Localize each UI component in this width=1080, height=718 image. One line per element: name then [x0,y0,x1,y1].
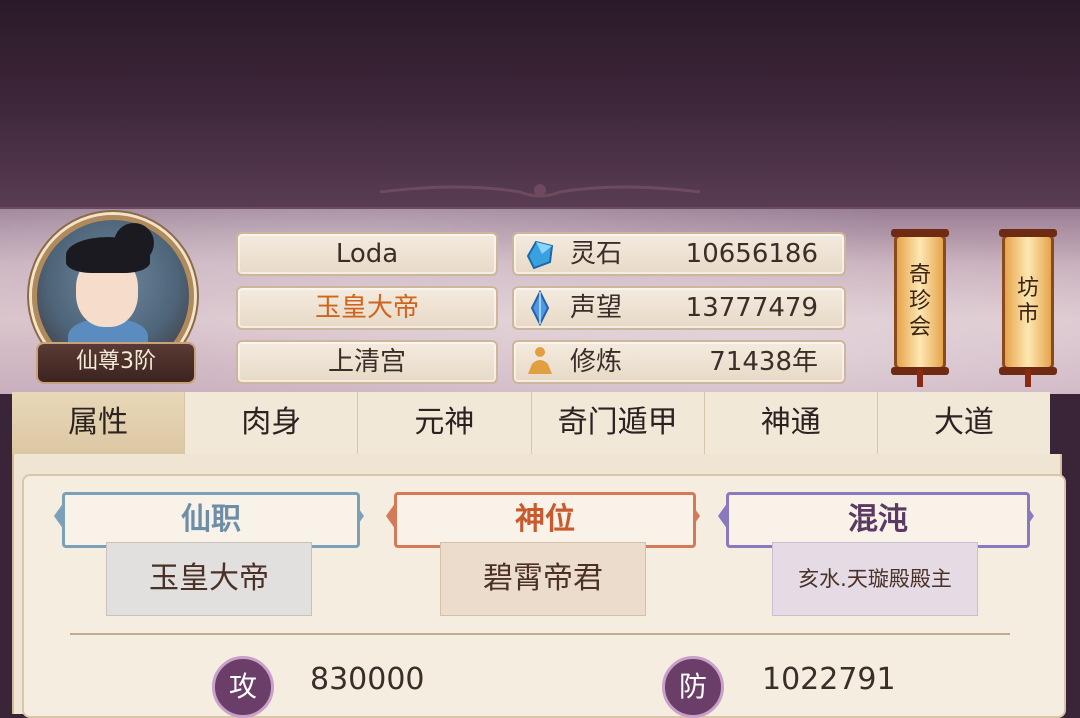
stat-spirit-stone: 灵石 10656186 [512,232,846,276]
market-button[interactable]: 坊市 [999,229,1057,387]
attack-icon: 攻 [212,656,274,718]
tab-attributes[interactable]: 属性 [12,392,186,454]
divine-rank-value: 碧霄帝君 [440,542,646,616]
divine-rank-header: 神位 [394,492,696,548]
chaos-rank-value: 亥水.天璇殿殿主 [772,542,978,616]
attack-value: 830000 [310,662,425,697]
treasure-auction-button[interactable]: 奇珍会 [891,229,949,387]
section-divider [70,633,1010,635]
tab-dao[interactable]: 大道 [878,392,1050,454]
tab-spirit[interactable]: 元神 [358,392,532,454]
player-name: Loda [236,232,498,276]
tab-divine-powers[interactable]: 神通 [705,392,878,454]
tab-qimen[interactable]: 奇门遁甲 [532,392,705,454]
player-title: 玉皇大帝 [236,286,498,330]
avatar-hair [66,237,150,273]
tab-body[interactable]: 肉身 [185,392,359,454]
defense-value: 1022791 [762,662,896,697]
immortal-post-header: 仙职 [62,492,360,548]
stat-cultivation: 修炼 71438年 [512,340,846,384]
attribute-tabs: 属性 肉身 元神 奇门遁甲 神通 大道 [12,392,1050,456]
stat-prestige: 声望 13777479 [512,286,846,330]
header-ornament [379,184,701,198]
meditation-icon [528,347,552,374]
immortal-post-value: 玉皇大帝 [106,542,312,616]
prestige-crystal-icon [530,290,550,326]
rank-badge: 仙尊3阶 [36,342,196,384]
spirit-stone-icon [526,240,554,270]
defense-icon: 防 [662,656,724,718]
player-sect: 上清宫 [236,340,498,384]
chaos-rank-header: 混沌 [726,492,1030,548]
